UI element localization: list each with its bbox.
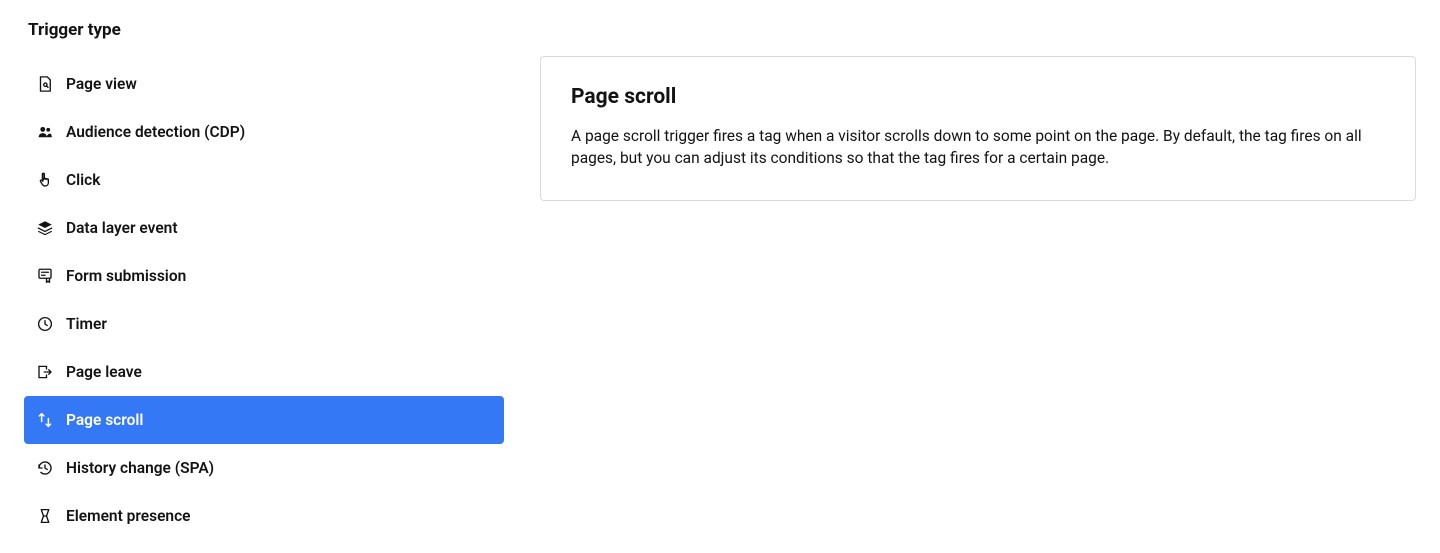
trigger-item-label: Page scroll [66,411,143,429]
audience-icon [36,123,54,141]
trigger-type-layout: Trigger type Page view [24,20,1416,540]
trigger-item-label: Page view [66,75,137,93]
timer-icon [36,315,54,333]
trigger-item-element-presence[interactable]: Element presence [24,492,504,540]
trigger-item-click[interactable]: Click [24,156,504,204]
history-change-icon [36,459,54,477]
trigger-item-form-submission[interactable]: Form submission [24,252,504,300]
form-submission-icon [36,267,54,285]
page-view-icon [36,75,54,93]
trigger-detail-column: Page scroll A page scroll trigger fires … [540,20,1416,201]
trigger-item-page-view[interactable]: Page view [24,60,504,108]
trigger-item-label: Element presence [66,507,191,525]
trigger-type-left-column: Trigger type Page view [24,20,504,540]
trigger-detail-panel: Page scroll A page scroll trigger fires … [540,56,1416,201]
page-leave-icon [36,363,54,381]
trigger-item-data-layer-event[interactable]: Data layer event [24,204,504,252]
section-heading: Trigger type [24,20,504,40]
trigger-item-label: Form submission [66,267,186,285]
trigger-item-label: Page leave [66,363,142,381]
trigger-item-label: Data layer event [66,219,178,237]
trigger-item-history-change[interactable]: History change (SPA) [24,444,504,492]
page-scroll-icon [36,411,54,429]
trigger-item-page-scroll[interactable]: Page scroll [24,396,504,444]
trigger-item-label: Audience detection (CDP) [66,123,245,141]
trigger-item-label: Timer [66,315,107,333]
trigger-item-audience-detection[interactable]: Audience detection (CDP) [24,108,504,156]
click-icon [36,171,54,189]
trigger-item-label: History change (SPA) [66,459,214,477]
detail-title: Page scroll [571,85,1385,109]
detail-description: A page scroll trigger fires a tag when a… [571,125,1385,170]
trigger-list: Page view Audience detection (CDP) [24,60,504,540]
trigger-item-page-leave[interactable]: Page leave [24,348,504,396]
data-layer-icon [36,219,54,237]
trigger-item-label: Click [66,171,100,189]
trigger-item-timer[interactable]: Timer [24,300,504,348]
element-presence-icon [36,507,54,525]
